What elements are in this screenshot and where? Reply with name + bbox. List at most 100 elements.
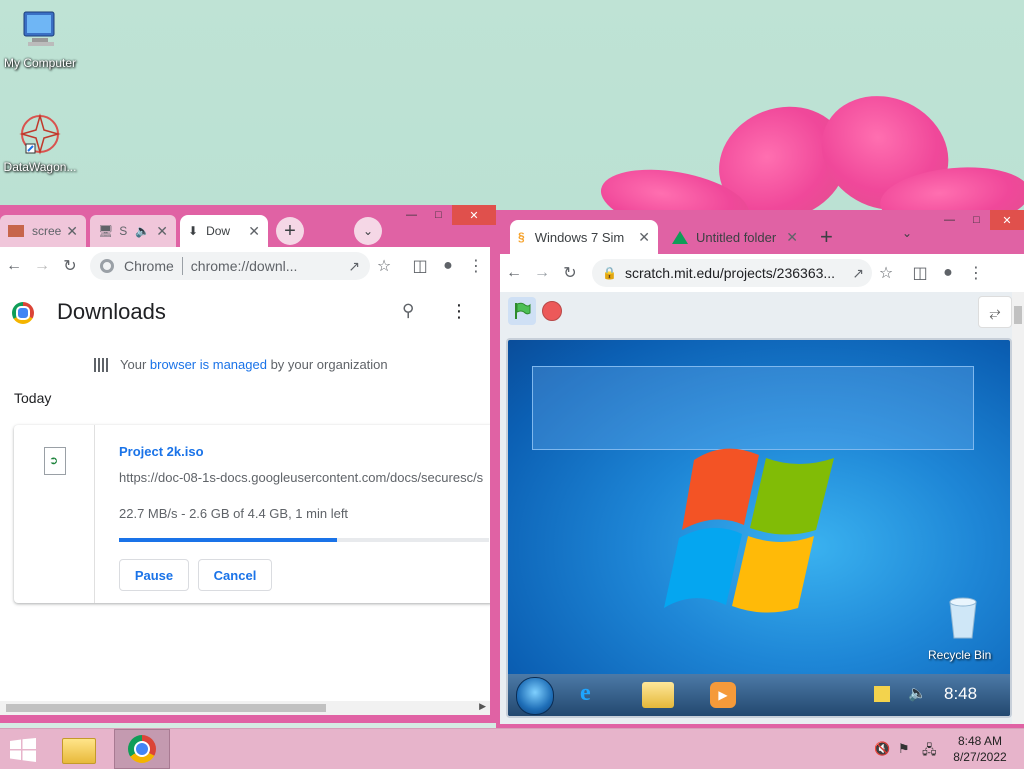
managed-notice: Your browser is managed by your organiza… bbox=[94, 357, 388, 372]
taskbar-time: 8:48 AM bbox=[957, 734, 1003, 748]
reload-button[interactable]: ↻ bbox=[56, 252, 84, 280]
win7-taskbar: e ▶ 🔈 8:48 bbox=[508, 674, 1010, 716]
close-window-button[interactable]: ✕ bbox=[452, 205, 496, 225]
start-button[interactable] bbox=[10, 738, 38, 762]
tab-close-icon[interactable]: ✕ bbox=[66, 223, 78, 240]
forward-button[interactable]: → bbox=[28, 252, 56, 280]
side-panel-icon[interactable]: ◫ bbox=[406, 252, 434, 280]
win7-start-orb-icon[interactable] bbox=[516, 677, 554, 715]
win7-clock[interactable]: 8:48 bbox=[944, 684, 977, 704]
maximize-button[interactable]: □ bbox=[425, 205, 452, 225]
tab-search-button[interactable]: ⌄ bbox=[902, 226, 912, 240]
action-center-flag-icon[interactable]: ⚑ bbox=[898, 741, 910, 757]
chrome-logo-icon bbox=[12, 302, 34, 324]
bookmark-star-icon[interactable]: ☆ bbox=[370, 252, 398, 280]
back-button[interactable]: ← bbox=[0, 252, 28, 280]
minimize-button[interactable]: — bbox=[936, 210, 963, 230]
taskbar-chrome-button[interactable] bbox=[114, 729, 170, 769]
tab-label: Untitled folder bbox=[696, 229, 777, 245]
tab-close-icon[interactable]: ✕ bbox=[638, 229, 650, 246]
vertical-scrollbar[interactable] bbox=[1012, 292, 1024, 724]
taskbar-clock[interactable]: 8:48 AM 8/27/2022 bbox=[946, 733, 1014, 765]
tab-scree[interactable]: scree ✕ bbox=[0, 215, 86, 247]
scratch-stage[interactable]: Recycle Bin e ▶ 🔈 8:48 bbox=[506, 338, 1012, 718]
tab-downloads[interactable]: ⬇ Dow ✕ bbox=[180, 215, 268, 247]
tab-close-icon[interactable]: ✕ bbox=[786, 229, 798, 246]
window-controls: — □ ✕ bbox=[936, 210, 1024, 230]
desktop-icon-datawagon[interactable]: DataWagon... bbox=[0, 112, 80, 174]
datawagon-icon bbox=[18, 112, 62, 156]
search-downloads-icon[interactable]: ⚲ bbox=[402, 301, 414, 321]
minimize-button[interactable]: — bbox=[398, 205, 425, 225]
action-center-icon[interactable] bbox=[874, 686, 890, 702]
site-label: Chrome bbox=[124, 258, 174, 274]
scrollbar-thumb[interactable] bbox=[6, 704, 326, 712]
volume-icon[interactable]: 🔈 bbox=[908, 684, 927, 702]
profile-avatar-icon[interactable]: ● bbox=[434, 252, 462, 280]
section-label-today: Today bbox=[14, 390, 52, 406]
tab-label: scree bbox=[32, 224, 62, 238]
scroll-right-arrow-icon[interactable]: ▶ bbox=[479, 701, 486, 712]
folder-icon bbox=[62, 738, 96, 764]
tab-untitled-folder[interactable]: Untitled folder ✕ bbox=[664, 220, 806, 254]
tab-search-button[interactable]: ⌄ bbox=[354, 217, 382, 245]
browser-toolbar: ← → ↻ 🔒 scratch.mit.edu/projects/236363.… bbox=[500, 254, 1024, 292]
tab-label: Dow bbox=[206, 224, 231, 238]
chrome-window-scratch: — □ ✕ § Windows 7 Sim ✕ Untitled folder … bbox=[496, 210, 1024, 730]
download-progress-track bbox=[119, 538, 489, 542]
maximize-button[interactable]: □ bbox=[963, 210, 990, 230]
url-text: chrome://downl... bbox=[190, 258, 298, 274]
window-controls: — □ ✕ bbox=[398, 205, 496, 225]
share-icon[interactable]: ↗ bbox=[348, 258, 360, 275]
image-favicon bbox=[8, 225, 24, 237]
download-status: 22.7 MB/s - 2.6 GB of 4.4 GB, 1 min left bbox=[119, 506, 349, 521]
bookmark-star-icon[interactable]: ☆ bbox=[872, 259, 900, 287]
volume-muted-icon[interactable]: 🔇 bbox=[874, 741, 890, 757]
file-icon: ➲ bbox=[44, 447, 66, 475]
back-button[interactable]: ← bbox=[500, 259, 528, 287]
tab-close-icon[interactable]: ✕ bbox=[156, 223, 168, 240]
taskbar-file-explorer-button[interactable] bbox=[62, 735, 98, 765]
tab-s[interactable]: 🖥 S 🔈 ✕ bbox=[90, 215, 176, 247]
window-frame-bottom bbox=[0, 715, 496, 723]
address-bar[interactable]: 🔒 scratch.mit.edu/projects/236363... ↗ bbox=[592, 259, 872, 287]
share-icon[interactable]: ↗ bbox=[852, 265, 864, 282]
reload-button[interactable]: ↻ bbox=[556, 259, 584, 287]
page-title: Downloads bbox=[57, 299, 166, 324]
side-panel-icon[interactable]: ◫ bbox=[906, 259, 934, 287]
downloads-menu-icon[interactable]: ⋮ bbox=[450, 301, 468, 322]
internet-explorer-icon[interactable]: e bbox=[580, 680, 591, 707]
new-tab-button[interactable]: + bbox=[820, 224, 833, 250]
download-file-name[interactable]: Project 2k.iso bbox=[119, 444, 204, 459]
address-bar[interactable]: Chrome chrome://downl... ↗ bbox=[90, 252, 370, 280]
windows-taskbar: 🔇 ⚑ 🖧 8:48 AM 8/27/2022 bbox=[0, 728, 1024, 769]
profile-avatar-icon[interactable]: ● bbox=[934, 259, 962, 287]
cancel-button[interactable]: Cancel bbox=[198, 559, 272, 591]
download-item-card: ➲ Project 2k.iso https://doc-08-1s-docs.… bbox=[14, 425, 494, 603]
desktop-icon-my-computer[interactable]: My Computer bbox=[0, 8, 80, 70]
horizontal-scrollbar[interactable]: ▶ bbox=[0, 701, 490, 715]
menu-kebab-icon[interactable]: ⋮ bbox=[462, 252, 490, 280]
download-url: https://doc-08-1s-docs.googleusercontent… bbox=[119, 470, 484, 485]
managed-suffix: by your organization bbox=[266, 357, 388, 372]
computer-icon bbox=[18, 8, 62, 52]
file-explorer-icon[interactable] bbox=[642, 682, 674, 708]
new-tab-button[interactable]: + bbox=[276, 217, 304, 245]
recycle-bin-icon[interactable] bbox=[946, 596, 980, 640]
desktop-icon-label: My Computer bbox=[3, 56, 77, 70]
network-icon[interactable]: 🖧 bbox=[922, 741, 937, 763]
pause-button[interactable]: Pause bbox=[119, 559, 189, 591]
tab-close-icon[interactable]: ✕ bbox=[248, 223, 260, 240]
stop-button[interactable] bbox=[542, 301, 562, 321]
media-player-icon[interactable]: ▶ bbox=[710, 682, 736, 708]
close-window-button[interactable]: ✕ bbox=[990, 210, 1024, 230]
desktop-icon-label: DataWagon... bbox=[3, 160, 77, 174]
scrollbar-thumb[interactable] bbox=[1014, 306, 1022, 324]
tab-windows7-sim[interactable]: § Windows 7 Sim ✕ bbox=[510, 220, 658, 254]
forward-button[interactable]: → bbox=[528, 259, 556, 287]
exit-fullscreen-button[interactable]: ⥂ bbox=[978, 296, 1012, 328]
menu-kebab-icon[interactable]: ⋮ bbox=[962, 259, 990, 287]
managed-link[interactable]: browser is managed bbox=[150, 357, 267, 372]
green-flag-button[interactable] bbox=[508, 297, 536, 325]
speaker-icon[interactable]: 🔈 bbox=[135, 224, 150, 238]
